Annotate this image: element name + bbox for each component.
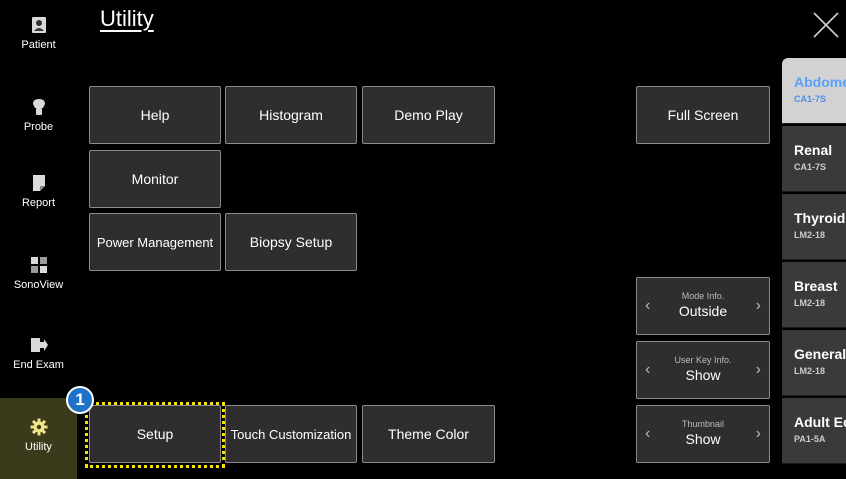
preset-adult-echo[interactable]: Adult Echo PA1-5A [782,398,846,464]
preset-probe: CA1-7S [794,94,827,104]
mode-info-stepper[interactable]: ‹ Mode Info. Outside › [636,277,770,335]
sonoview-icon [30,257,47,273]
sidebar-item-sonoview[interactable]: SonoView [0,256,77,316]
patient-icon [31,17,46,33]
stepper-value: Outside [678,303,728,319]
full-screen-button[interactable]: Full Screen [636,86,770,144]
sidebar-item-utility[interactable]: Utility [0,398,77,479]
preset-name: Adult Echo [794,414,846,430]
theme-color-button[interactable]: Theme Color [362,405,495,463]
preset-breast[interactable]: Breast LM2-18 [782,262,846,328]
sidebar-item-label: Probe [23,121,54,133]
sidebar-item-end-exam[interactable]: End Exam [0,336,77,396]
sidebar-item-label: Utility [25,441,52,453]
gear-icon [30,418,47,436]
touch-customization-button[interactable]: Touch Customization [225,405,357,463]
monitor-button[interactable]: Monitor [89,150,221,208]
close-icon[interactable] [811,10,841,40]
page-title: Utility [100,6,154,31]
preset-name: Abdomen [794,74,846,90]
preset-name: Renal [794,142,833,158]
user-key-info-stepper[interactable]: ‹ User Key Info. Show › [636,341,770,399]
stepper-value: Show [685,431,721,447]
preset-name: Breast [794,278,838,294]
demo-play-button[interactable]: Demo Play [362,86,495,144]
histogram-button[interactable]: Histogram [225,86,357,144]
sidebar-item-patient[interactable]: Patient [0,16,77,76]
preset-general[interactable]: General LM2-18 [782,330,846,396]
step-badge: 1 [66,386,94,414]
preset-probe: LM2-18 [794,366,826,376]
stepper-value: Show [685,367,721,383]
help-button[interactable]: Help [89,86,221,144]
thumbnail-stepper[interactable]: ‹ Thumbnail Show › [636,405,770,463]
preset-renal[interactable]: Renal CA1-7S [782,126,846,192]
chevron-right-icon[interactable]: › [756,297,761,315]
preset-probe: LM2-18 [794,298,826,308]
preset-name: General [794,346,846,362]
end-exam-icon [30,338,48,352]
preset-thyroid[interactable]: Thyroid LM2-18 [782,194,846,260]
stepper-label: User Key Info. [674,355,732,365]
sidebar-item-label: Report [21,197,56,209]
sidebar-item-probe[interactable]: Probe [0,98,77,158]
sidebar-item-label: End Exam [13,359,64,371]
power-management-button[interactable]: Power Management [89,213,221,271]
sidebar-item-report[interactable]: Report [0,174,77,234]
preset-probe: LM2-18 [794,230,826,240]
sidebar-item-label: Patient [21,39,56,51]
preset-name: Thyroid [794,210,846,226]
preset-probe: CA1-7S [794,162,827,172]
report-icon [32,175,45,191]
probe-icon [32,99,45,115]
setup-highlight [85,402,225,468]
left-sidebar: Patient Probe Report SonoView End Exam U… [0,0,77,479]
stepper-label: Mode Info. [681,291,725,301]
preset-panel: Abdomen CA1-7S Renal CA1-7S Thyroid LM2-… [782,58,846,468]
chevron-right-icon[interactable]: › [756,361,761,379]
biopsy-setup-button[interactable]: Biopsy Setup [225,213,357,271]
sidebar-item-label: SonoView [13,279,64,291]
preset-abdomen[interactable]: Abdomen CA1-7S [782,58,846,124]
chevron-right-icon[interactable]: › [756,425,761,443]
preset-probe: PA1-5A [794,434,826,444]
stepper-label: Thumbnail [681,419,725,429]
